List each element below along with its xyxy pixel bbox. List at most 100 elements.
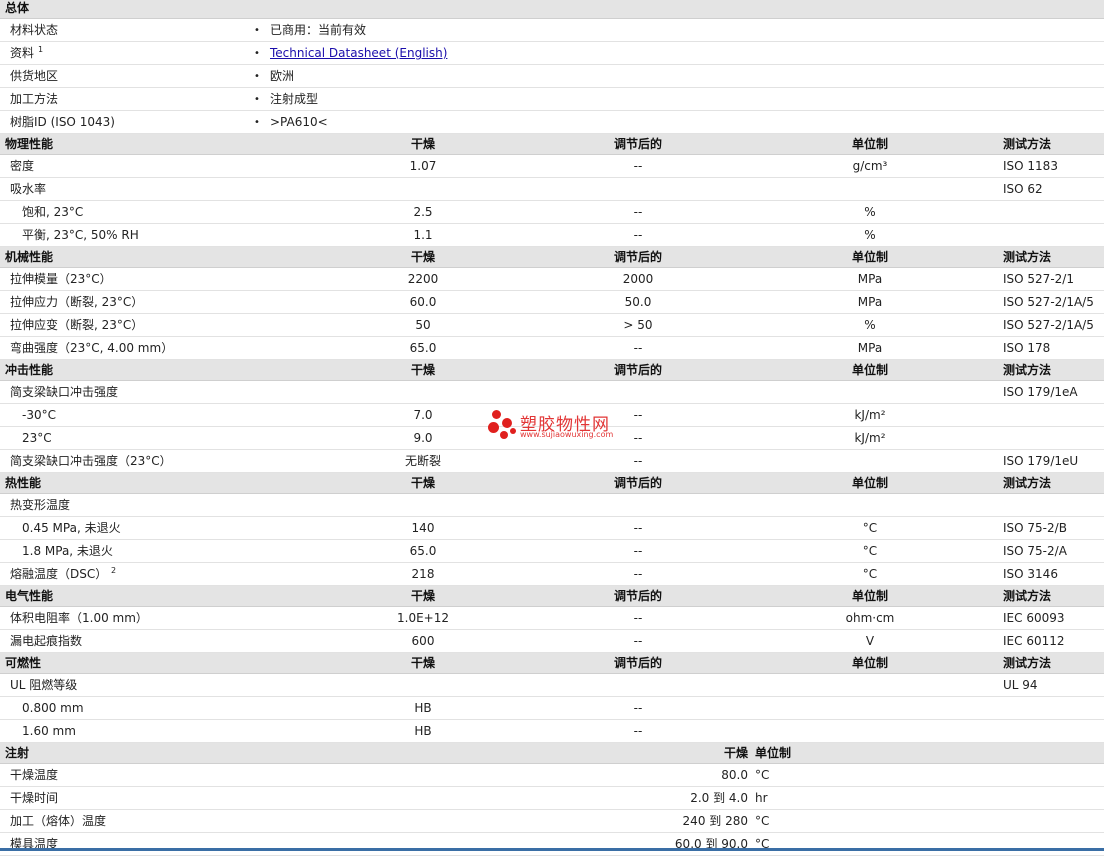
column-header-method: 测试方法 — [1003, 137, 1052, 151]
conditioned-value: 50.0 — [624, 295, 652, 309]
dry-value: 9.0 — [413, 431, 433, 445]
bullet-icon: • — [254, 71, 260, 82]
property-row: 弯曲强度（23°C, 4.00 mm） 65.0 -- MPa ISO 178 — [0, 337, 1104, 360]
unit-value: % — [864, 228, 876, 242]
property-row: 平衡, 23°C, 50% RH 1.1 --% — [0, 224, 1104, 247]
property-label: 1.8 MPa, 未退火 — [22, 544, 113, 558]
test-method: IEC 60112 — [1003, 634, 1065, 648]
section-title: 冲击性能 — [5, 363, 54, 377]
conditioned-value: 2000 — [622, 272, 654, 286]
injection-unit: hr — [755, 791, 768, 805]
property-label: 加工（熔体）温度 — [10, 814, 107, 828]
dry-value: HB — [414, 701, 432, 715]
unit-value: kJ/m² — [854, 431, 886, 445]
property-label: 熔融温度（DSC） — [10, 567, 108, 581]
property-label: 23°C — [22, 431, 52, 445]
column-header-unit: 单位制 — [851, 656, 888, 670]
column-header-dry: 干燥 — [410, 476, 435, 490]
test-method: ISO 179/1eU — [1003, 454, 1079, 468]
column-header-conditioned: 调节后的 — [613, 363, 662, 377]
property-label: 漏电起痕指数 — [10, 634, 83, 648]
unit-value: % — [864, 318, 876, 332]
injection-value: 2.0 到 4.0 — [690, 791, 748, 805]
section-header-physical: 物理性能 干燥 调节后的 单位制 测试方法 — [0, 134, 1104, 155]
property-row: 简支梁缺口冲击强度 ISO 179/1eA — [0, 381, 1104, 404]
column-header-unit: 单位制 — [851, 589, 888, 603]
injection-value: 80.0 — [721, 768, 748, 782]
dry-value: 无断裂 — [404, 454, 441, 468]
injection-row: 加工（熔体）温度 240 到 280 °C — [0, 810, 1104, 833]
property-label: -30°C — [22, 408, 56, 422]
property-label: 密度 — [10, 159, 35, 173]
property-row: UL 阻燃等级 UL 94 — [0, 674, 1104, 697]
column-header-conditioned: 调节后的 — [613, 476, 662, 490]
watermark-logo: 塑胶物性网 www.sujiaowuxing.com — [488, 408, 638, 444]
property-row: 吸水率 ISO 62 — [0, 178, 1104, 201]
bullet-icon: • — [254, 48, 260, 59]
property-value: >PA610< — [270, 115, 328, 129]
unit-value: MPa — [857, 295, 883, 309]
dry-value: 1.0E+12 — [397, 611, 449, 625]
property-row: 1.60 mm HB -- — [0, 720, 1104, 743]
unit-value: V — [865, 634, 875, 648]
dry-value: 60.0 — [409, 295, 437, 309]
column-header-unit: 单位制 — [851, 476, 888, 490]
section-title: 总体 — [5, 1, 30, 15]
injection-unit: °C — [755, 837, 770, 851]
property-label: 热变形温度 — [10, 498, 71, 512]
section-header-general: 总体 — [0, 0, 1104, 19]
test-method: ISO 1183 — [1003, 159, 1058, 173]
column-header-conditioned: 调节后的 — [613, 137, 662, 151]
dry-value: 65.0 — [409, 544, 437, 558]
property-row: 0.45 MPa, 未退火 140 -- °C ISO 75-2/B — [0, 517, 1104, 540]
logo-dot-icon — [510, 428, 516, 434]
injection-row: 干燥温度 80.0 °C — [0, 764, 1104, 787]
property-row: 饱和, 23°C 2.5 --% — [0, 201, 1104, 224]
property-row: 熔融温度（DSC） 2 218 -- °C ISO 3146 — [0, 563, 1104, 586]
column-header-dry: 干燥 — [410, 589, 435, 603]
dry-value: 50 — [415, 318, 431, 332]
section-header-electrical: 电气性能 干燥 调节后的 单位制 测试方法 — [0, 586, 1104, 607]
column-header-method: 测试方法 — [1003, 589, 1052, 603]
property-label: 0.45 MPa, 未退火 — [22, 521, 121, 535]
unit-value: °C — [862, 567, 878, 581]
test-method: ISO 62 — [1003, 182, 1043, 196]
test-method: ISO 178 — [1003, 341, 1051, 355]
property-label: 简支梁缺口冲击强度 — [10, 385, 119, 399]
general-row: 树脂ID (ISO 1043) • >PA610< — [0, 111, 1104, 134]
property-row: 简支梁缺口冲击强度（23°C） 无断裂 -- ISO 179/1eU — [0, 450, 1104, 473]
property-label: 资料 — [10, 46, 35, 60]
property-row: 拉伸模量（23°C） 2200 2000 MPa ISO 527-2/1 — [0, 268, 1104, 291]
general-row: 供货地区 • 欧洲 — [0, 65, 1104, 88]
test-method: ISO 527-2/1A/5 — [1003, 295, 1094, 309]
section-title: 热性能 — [5, 476, 42, 490]
column-header-dry: 干燥 — [410, 137, 435, 151]
test-method: ISO 179/1eA — [1003, 385, 1078, 399]
test-method: ISO 3146 — [1003, 567, 1058, 581]
property-label: 拉伸应变（断裂, 23°C） — [10, 318, 144, 332]
column-header-dry: 干燥 — [723, 746, 748, 760]
column-header-conditioned: 调节后的 — [613, 589, 662, 603]
conditioned-value: -- — [633, 521, 643, 535]
section-header-impact: 冲击性能 干燥 调节后的 单位制 测试方法 — [0, 360, 1104, 381]
unit-value: °C — [862, 544, 878, 558]
watermark-url: www.sujiaowuxing.com — [520, 430, 614, 439]
column-header-dry: 干燥 — [410, 250, 435, 264]
property-label: 1.60 mm — [22, 724, 76, 738]
unit-value: % — [864, 205, 876, 219]
property-label: 简支梁缺口冲击强度（23°C） — [10, 454, 172, 468]
property-label: 干燥时间 — [10, 791, 59, 805]
column-header-method: 测试方法 — [1003, 250, 1052, 264]
property-label: 拉伸模量（23°C） — [10, 272, 112, 286]
dry-value: 1.1 — [413, 228, 433, 242]
section-title: 机械性能 — [5, 250, 54, 264]
datasheet-link[interactable]: Technical Datasheet (English) — [270, 42, 447, 65]
conditioned-value: -- — [633, 341, 643, 355]
property-label: 吸水率 — [10, 182, 47, 196]
logo-dot-icon — [492, 410, 501, 419]
column-header-dry: 干燥 — [410, 363, 435, 377]
dry-value: HB — [414, 724, 432, 738]
column-header-conditioned: 调节后的 — [613, 250, 662, 264]
property-label: 弯曲强度（23°C, 4.00 mm） — [10, 341, 174, 355]
property-row: 体积电阻率（1.00 mm） 1.0E+12 -- ohm·cm IEC 60093 — [0, 607, 1104, 630]
